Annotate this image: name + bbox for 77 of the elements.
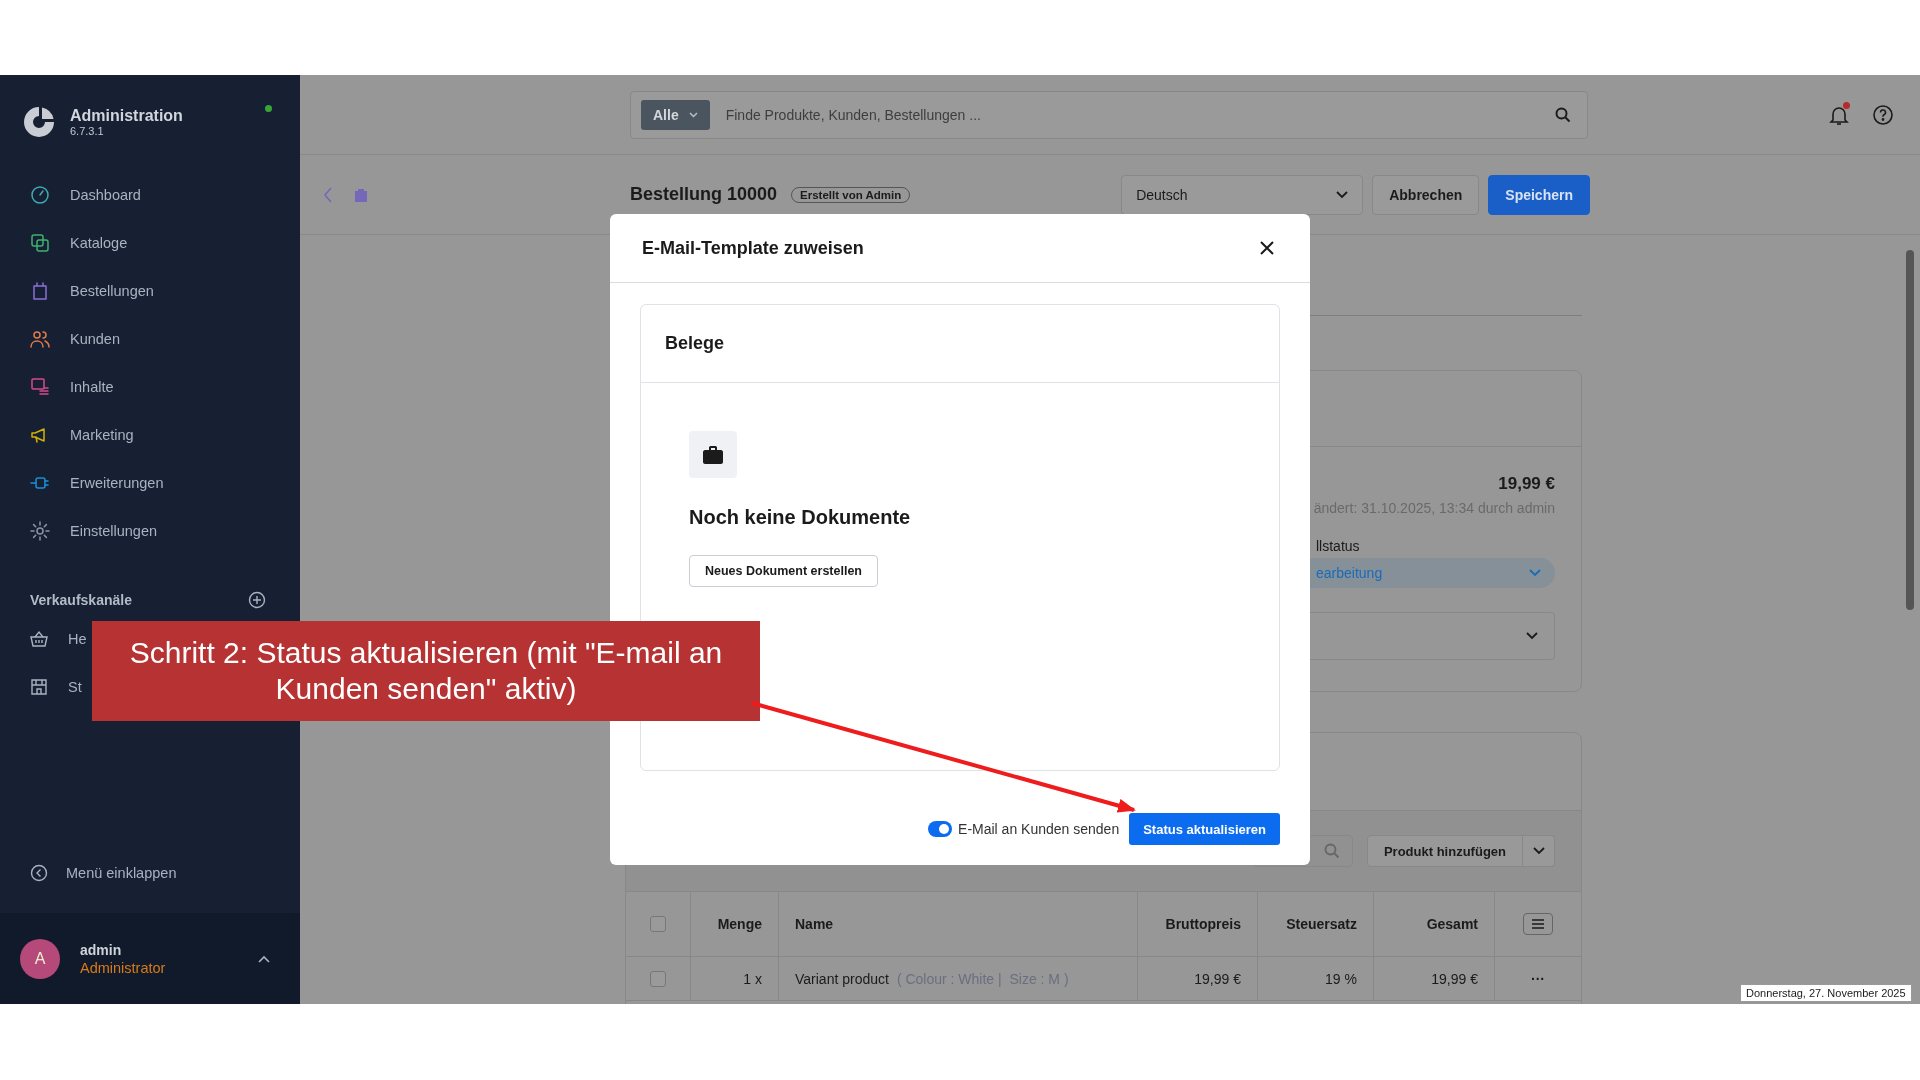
search-field[interactable]: Alle Finde Produkte, Kunden, Bestellungen ... [630, 90, 1588, 139]
create-document-button[interactable]: Neues Dokument erstellen [689, 555, 878, 587]
chevron-down-icon [1529, 569, 1541, 577]
content-icon [30, 377, 50, 397]
catalog-icon [30, 233, 50, 253]
sales-channel-item[interactable]: St [0, 663, 84, 711]
order-amount: 19,99 € [1498, 474, 1555, 494]
column-header[interactable]: Menge [691, 892, 779, 956]
chevron-down-icon [1526, 632, 1538, 640]
select-all-checkbox[interactable] [650, 916, 666, 932]
save-button[interactable]: Speichern [1488, 174, 1590, 215]
store-icon [30, 678, 48, 696]
bag-icon [30, 281, 50, 301]
search-icon [1323, 843, 1340, 859]
menu-icon [1532, 919, 1544, 929]
section-title: Belege [665, 333, 725, 354]
settings-icon [30, 521, 50, 541]
page-title: Bestellung 10000 [630, 184, 778, 205]
section-title: Verkaufskanäle [30, 592, 132, 608]
nav-item[interactable]: Bestellungen [0, 267, 300, 315]
dashboard-icon [30, 185, 50, 205]
add-icon[interactable] [248, 591, 266, 609]
app-title: Administration [70, 107, 183, 125]
search-icon[interactable] [1555, 106, 1571, 123]
column-header[interactable]: Bruttopreis [1138, 892, 1258, 956]
modal-title: E-Mail-Template zuweisen [642, 237, 864, 259]
column-settings-button[interactable] [1523, 913, 1553, 935]
user-name: admin [80, 941, 123, 958]
bag-icon [353, 186, 369, 203]
toggle-label: E-Mail an Kunden senden [958, 821, 1120, 837]
nav-item[interactable]: Kunden [0, 315, 300, 363]
basket-icon [30, 630, 48, 648]
dropdown-toggle[interactable] [1523, 835, 1555, 867]
nav-item[interactable]: Marketing [0, 411, 300, 459]
nav-item[interactable]: Dashboard [0, 171, 300, 219]
chevron-down-icon [1532, 847, 1545, 855]
column-header[interactable]: Gesamt [1374, 892, 1495, 956]
nav-item[interactable]: Kataloge [0, 219, 300, 267]
add-product-button[interactable]: Produkt hinzufügen [1366, 835, 1523, 867]
nav-item[interactable]: Erweiterungen [0, 459, 300, 507]
scrollbar[interactable] [1906, 250, 1914, 610]
empty-state-title: Noch keine Dokumente [689, 506, 911, 529]
logo-icon [22, 105, 56, 139]
toggle-switch[interactable] [928, 821, 953, 837]
help-icon[interactable] [1872, 103, 1894, 126]
sales-channel-item[interactable]: He [0, 615, 89, 663]
table-cell: 19,99 € [1374, 957, 1495, 1000]
table-cell: 19 % [1258, 957, 1374, 1000]
user-role: Administrator [80, 959, 167, 976]
column-header[interactable]: Name [779, 892, 1138, 956]
chevron-down-icon [688, 111, 698, 118]
product-name: Variant product [795, 970, 889, 987]
users-icon [30, 329, 50, 349]
user-panel[interactable]: A admin Administrator [0, 913, 300, 1004]
status-label: llstatus [1316, 538, 1361, 554]
row-checkbox[interactable] [650, 970, 666, 987]
language-select[interactable]: Deutsch [1121, 174, 1364, 215]
date-tooltip: Donnerstag, 27. November 2025 [1740, 984, 1912, 1002]
row-actions-button[interactable]: ··· [1531, 970, 1545, 987]
table-cell: 1 x [691, 957, 779, 1000]
avatar: A [20, 938, 60, 979]
bag-icon [689, 431, 737, 478]
search-scope-dropdown[interactable]: Alle [641, 99, 710, 130]
column-header[interactable]: Steuersatz [1258, 892, 1374, 956]
notification-bell-icon[interactable] [1828, 103, 1850, 126]
close-icon[interactable] [1260, 241, 1274, 255]
chevron-left-icon [30, 864, 48, 882]
table-cell: 19,99 € [1138, 957, 1258, 1000]
chevron-down-icon [1336, 190, 1349, 199]
app-version: 6.7.3.1 [70, 125, 105, 137]
nav-item[interactable]: Inhalte [0, 363, 300, 411]
annotation-callout: Schritt 2: Status aktualisieren (mit "E-mail an Kunden senden" aktiv) [92, 621, 760, 721]
nav-item[interactable]: Einstellungen [0, 507, 300, 555]
update-status-button[interactable]: Status aktualisieren [1129, 813, 1280, 845]
collapse-menu-link[interactable]: Menü einklappen [0, 849, 300, 897]
cancel-button[interactable]: Abbrechen [1372, 174, 1480, 215]
chevron-up-icon[interactable] [258, 954, 270, 963]
